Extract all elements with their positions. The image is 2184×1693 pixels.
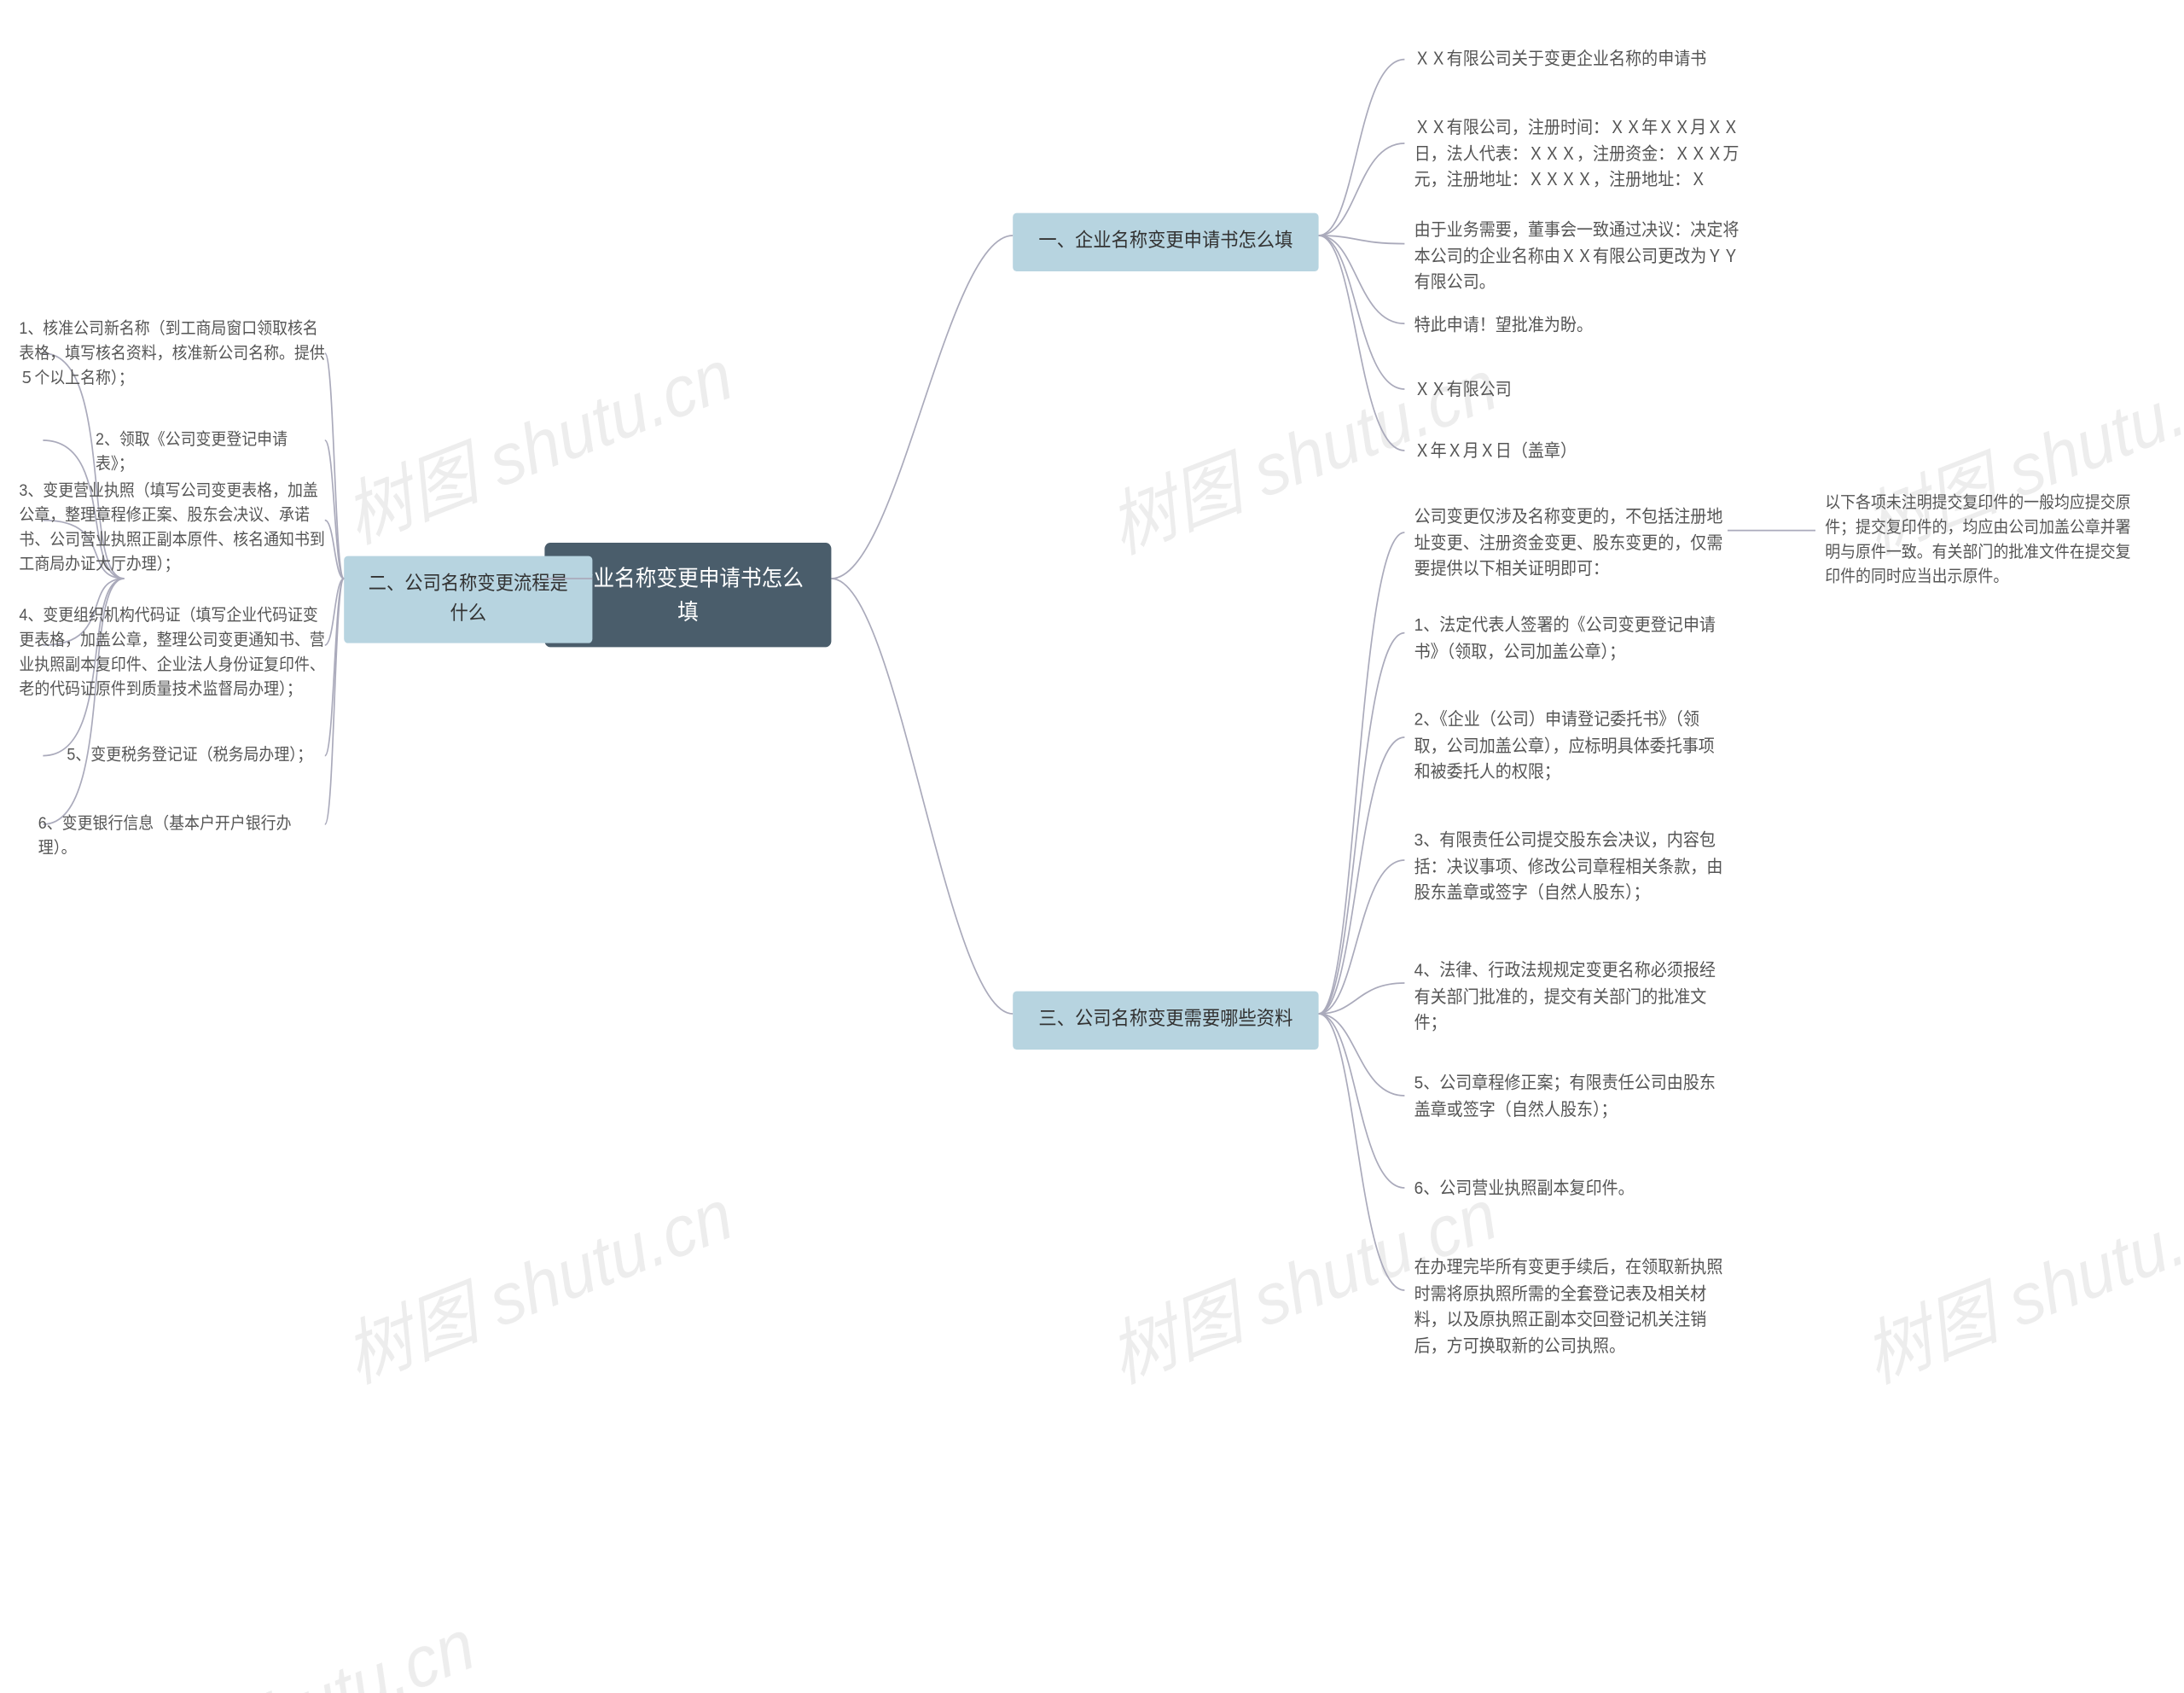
branch-3-title: 三、公司名称变更需要哪些资料 [1038, 1009, 1292, 1030]
b2-leaf-6-text: 6、变更银行信息（基本户开户银行办理）。 [38, 815, 292, 857]
b3-leaf-1-sub-text: 以下各项未注明提交复印件的一般均应提交原件；提交复印件的，均应由公司加盖公章并署… [1825, 495, 2130, 586]
b3-leaf-5-text: 4、法律、行政法规规定变更名称必须报经有关部门批准的，提交有关部门的批准文件； [1414, 961, 1716, 1033]
b1-leaf-3[interactable]: 由于业务需要，董事会一致通过决议：决定将本公司的企业名称由ＸＸ有限公司更改为ＹＹ… [1414, 217, 1740, 295]
watermark: 树图 shutu.cn [330, 318, 744, 564]
branch-3[interactable]: 三、公司名称变更需要哪些资料 [1013, 992, 1318, 1050]
b2-leaf-1b[interactable]: 1、核准公司新名称（到工商局窗口领取核名表格，填写核名资料，核准新公司名称。提供… [19, 317, 324, 391]
watermark: 树图 shutu.cn [73, 1588, 486, 1693]
b2-leaf-2-text: 2、领取《公司变更登记申请表》； [96, 431, 288, 473]
b3-leaf-5[interactable]: 4、法律、行政法规规定变更名称必须报经有关部门批准的，提交有关部门的批准文件； [1414, 957, 1730, 1036]
b1-leaf-5-text: ＸＸ有限公司 [1414, 380, 1512, 399]
b2-leaf-4-text: 4、变更组织机构代码证（填写企业代码证变更表格，加盖公章，整理公司变更通知书、营… [19, 608, 324, 699]
b3-leaf-1[interactable]: 公司变更仅涉及名称变更的，不包括注册地址变更、注册资金变更、股东变更的，仅需要提… [1414, 503, 1730, 582]
watermark: 树图 shutu.cn [1850, 1158, 2184, 1404]
b2-leaf-2[interactable]: 2、领取《公司变更登记申请表》； [96, 428, 325, 478]
branch-1[interactable]: 一、企业名称变更申请书怎么填 [1013, 213, 1318, 271]
b3-leaf-1-text: 公司变更仅涉及名称变更的，不包括注册地址变更、注册资金变更、股东变更的，仅需要提… [1414, 507, 1723, 579]
b2-leaf-5[interactable]: 5、变更税务登记证（税务局办理）； [67, 743, 334, 768]
b3-leaf-7[interactable]: 6、公司营业执照副本复印件。 [1414, 1176, 1635, 1202]
b1-leaf-6[interactable]: Ｘ年Ｘ月Ｘ日（盖章） [1414, 439, 1577, 465]
branch-2-title: 二、公司名称变更流程是什么 [369, 573, 568, 624]
b2-leaf-6[interactable]: 6、变更银行信息（基本户开户银行办理）。 [38, 812, 325, 862]
b3-leaf-7-text: 6、公司营业执照副本复印件。 [1414, 1178, 1635, 1198]
b2-leaf-4[interactable]: 4、变更组织机构代码证（填写企业代码证变更表格，加盖公章，整理公司变更通知书、营… [19, 604, 324, 702]
b1-leaf-6-text: Ｘ年Ｘ月Ｘ日（盖章） [1414, 441, 1577, 461]
b1-leaf-1-text: ＸＸ有限公司关于变更企业名称的申请书 [1414, 49, 1707, 69]
branch-2[interactable]: 二、公司名称变更流程是什么 [344, 556, 592, 643]
b1-leaf-2-text: ＸＸ有限公司，注册时间：ＸＸ年ＸＸ月ＸＸ日，法人代表：ＸＸＸ，注册资金：ＸＸＸ万… [1414, 118, 1740, 189]
root-title: 企业名称变更申请书怎么填 [572, 565, 804, 625]
b1-leaf-2[interactable]: ＸＸ有限公司，注册时间：ＸＸ年ＸＸ月ＸＸ日，法人代表：ＸＸＸ，注册资金：ＸＸＸ万… [1414, 114, 1740, 193]
b1-leaf-5[interactable]: ＸＸ有限公司 [1414, 377, 1512, 404]
b2-leaf-5-text: 5、变更税务登记证（税务局办理）； [67, 747, 312, 764]
b3-leaf-2[interactable]: 1、法定代表人签署的《公司变更登记申请书》（领取，公司加盖公章）； [1414, 613, 1730, 665]
b3-leaf-8[interactable]: 在办理完毕所有变更手续后，在领取新执照时需将原执照所需的全套登记表及相关材料，以… [1414, 1254, 1730, 1358]
b3-leaf-3[interactable]: 2、《企业（公司）申请登记委托书》（领取，公司加盖公章），应标明具体委托事项和被… [1414, 707, 1730, 785]
watermark: 树图 shutu.cn [330, 1158, 744, 1404]
branch-1-title: 一、企业名称变更申请书怎么填 [1038, 230, 1292, 252]
b3-leaf-6[interactable]: 5、公司章程修正案；有限责任公司由股东盖章或签字（自然人股东）； [1414, 1070, 1730, 1122]
b3-leaf-8-text: 在办理完毕所有变更手续后，在领取新执照时需将原执照所需的全套登记表及相关材料，以… [1414, 1258, 1723, 1356]
b1-leaf-4[interactable]: 特此申请！望批准为盼。 [1414, 312, 1593, 339]
b3-leaf-4-text: 3、有限责任公司提交股东会决议，内容包括：决议事项、修改公司章程相关条款，由股东… [1414, 830, 1723, 902]
b2-leaf-3[interactable]: 3、变更营业执照（填写公司变更表格，加盖公章，整理章程修正案、股东会决议、承诺书… [19, 480, 324, 578]
b2-leaf-3-text: 3、变更营业执照（填写公司变更表格，加盖公章，整理章程修正案、股东会决议、承诺书… [19, 482, 324, 573]
b3-leaf-3-text: 2、《企业（公司）申请登记委托书》（领取，公司加盖公章），应标明具体委托事项和被… [1414, 710, 1715, 782]
b3-leaf-4[interactable]: 3、有限责任公司提交股东会决议，内容包括：决议事项、修改公司章程相关条款，由股东… [1414, 828, 1730, 906]
b3-leaf-1-sub[interactable]: 以下各项未注明提交复印件的一般均应提交原件；提交复印件的，均应由公司加盖公章并署… [1825, 492, 2140, 590]
b2-leaf-1-text: 1、核准公司新名称（到工商局窗口领取核名表格，填写核名资料，核准新公司名称。提供… [19, 321, 324, 387]
b3-leaf-6-text: 5、公司章程修正案；有限责任公司由股东盖章或签字（自然人股东）； [1414, 1073, 1716, 1119]
b1-leaf-4-text: 特此申请！望批准为盼。 [1414, 316, 1593, 335]
b1-leaf-1[interactable]: ＸＸ有限公司关于变更企业名称的申请书 [1414, 46, 1707, 73]
b3-leaf-2-text: 1、法定代表人签署的《公司变更登记申请书》（领取，公司加盖公章）； [1414, 615, 1716, 660]
b1-leaf-3-text: 由于业务需要，董事会一致通过决议：决定将本公司的企业名称由ＸＸ有限公司更改为ＹＹ… [1414, 220, 1740, 292]
